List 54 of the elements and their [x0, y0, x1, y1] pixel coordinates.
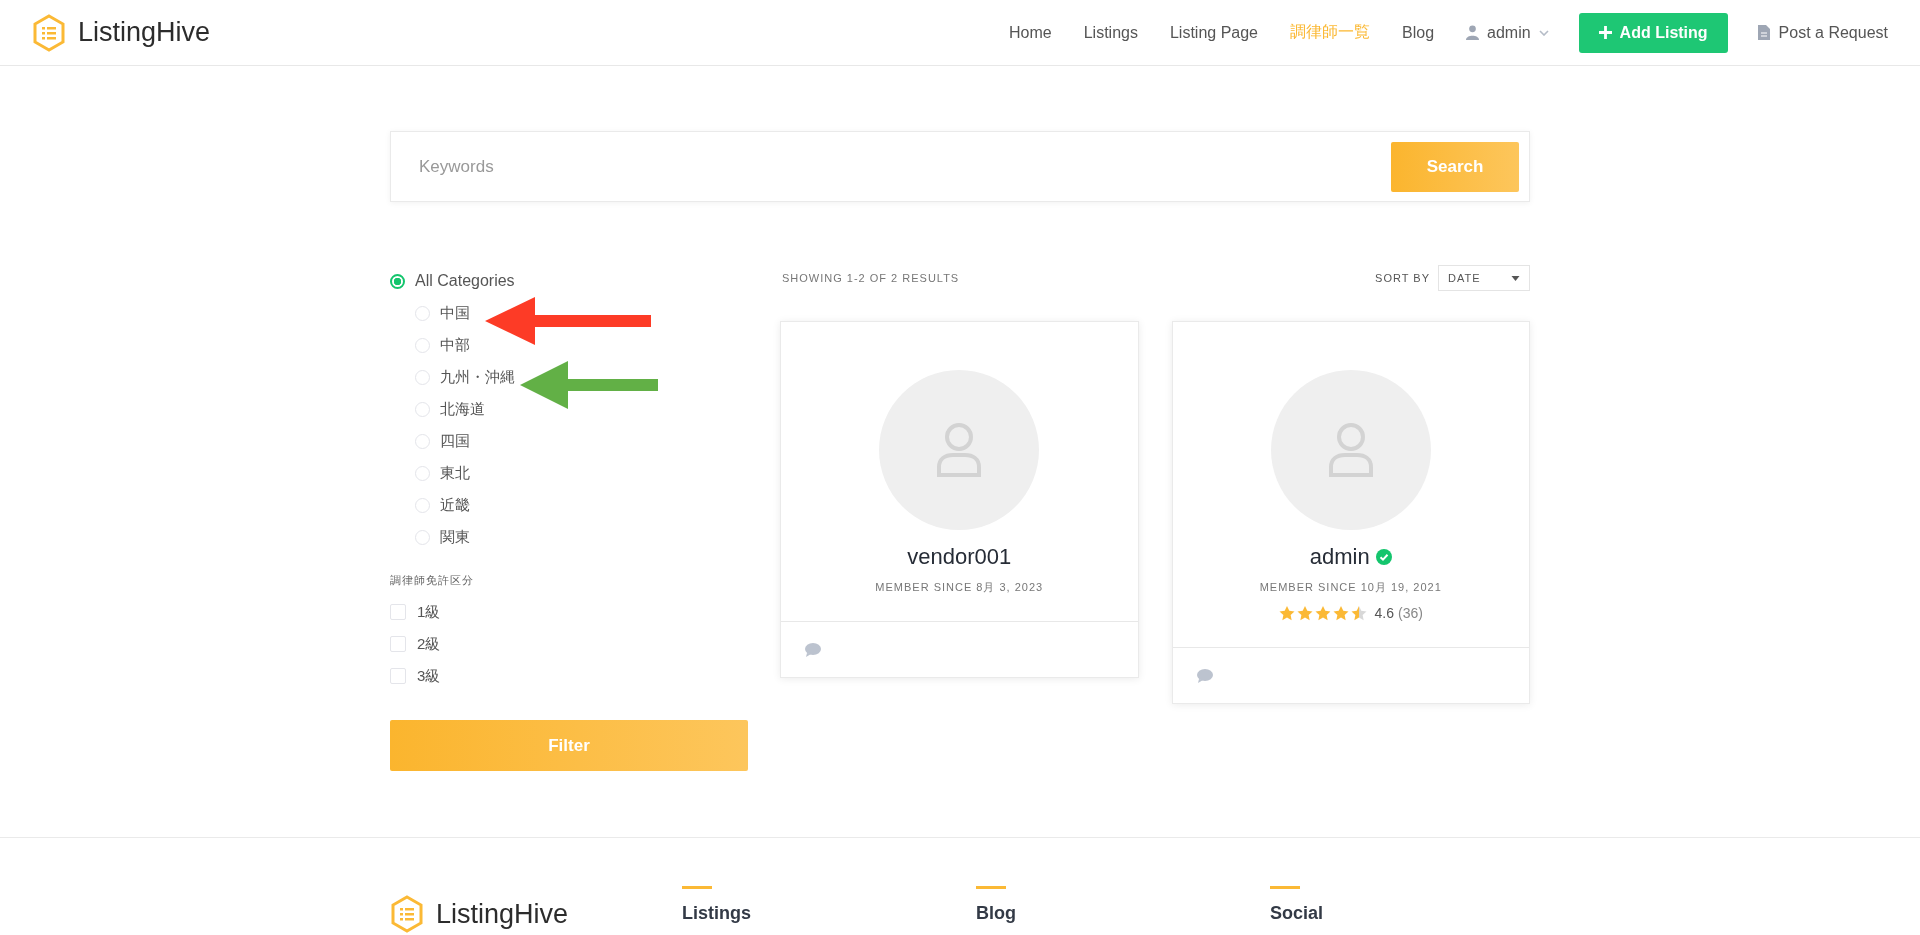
vendor-name[interactable]: vendor001 — [907, 544, 1012, 570]
caret-down-icon — [1511, 275, 1520, 281]
post-request-link[interactable]: Post a Request — [1757, 23, 1888, 42]
category-label: 北海道 — [440, 399, 485, 419]
results-count: SHOWING 1-2 OF 2 RESULTS — [782, 272, 961, 284]
vendor-name[interactable]: admin — [1309, 544, 1370, 570]
vendor-card[interactable]: admin MEMBER SINCE 10月 19, 2021 4.6 (36) — [1171, 321, 1530, 704]
checkbox[interactable] — [390, 604, 406, 620]
review-count: (36) — [1398, 605, 1423, 621]
plus-icon — [1598, 26, 1612, 39]
category-label: All Categories — [415, 272, 515, 290]
hexagon-logo-icon — [390, 895, 424, 933]
nav-link[interactable]: Listings — [1083, 23, 1138, 42]
user-icon — [1466, 25, 1480, 40]
star-icon — [1350, 605, 1367, 621]
category-label: 中国 — [440, 303, 470, 323]
radio-button[interactable] — [390, 273, 405, 289]
sort-label: SORT BY — [1375, 272, 1430, 284]
category-label: 四国 — [440, 431, 470, 451]
category-label: 中部 — [440, 335, 470, 355]
message-icon[interactable] — [805, 642, 821, 657]
rating-value: 4.6 — [1374, 605, 1395, 621]
category-label: 東北 — [440, 463, 470, 483]
footer-logo[interactable]: ListingHive — [436, 898, 569, 930]
site-logo[interactable]: ListingHive — [78, 17, 211, 48]
sort-dropdown[interactable]: DATE — [1438, 265, 1530, 291]
category-label: 関東 — [440, 527, 470, 547]
document-icon — [1757, 25, 1770, 40]
checkbox[interactable] — [390, 668, 406, 684]
license-label: 2級 — [417, 634, 441, 654]
footer-column-title: Blog — [976, 903, 1017, 924]
license-label: 1級 — [417, 602, 441, 622]
annotation-arrow-icon — [520, 360, 660, 410]
chevron-down-icon — [1538, 29, 1549, 36]
category-label: 九州・沖縄 — [440, 367, 515, 387]
star-icon — [1332, 605, 1349, 621]
star-icon — [1278, 605, 1295, 621]
hexagon-logo-icon — [32, 13, 66, 52]
star-icon — [1296, 605, 1313, 621]
checkbox[interactable] — [390, 636, 406, 652]
footer-column-title: Social — [1270, 903, 1325, 924]
star-icon — [1314, 605, 1331, 621]
nav-link[interactable]: Listing Page — [1169, 23, 1258, 42]
message-icon[interactable] — [1196, 668, 1213, 683]
vendor-card[interactable]: vendor001 MEMBER SINCE 8月 3, 2023 — [780, 321, 1139, 678]
license-label: 3級 — [417, 666, 441, 686]
nav-link[interactable]: Blog — [1402, 23, 1435, 42]
member-since: MEMBER SINCE 8月 3, 2023 — [875, 580, 1044, 595]
member-since: MEMBER SINCE 10月 19, 2021 — [1259, 580, 1442, 595]
nav-link[interactable]: Home — [1009, 23, 1052, 42]
footer-column-title: Listings — [682, 903, 752, 924]
user-menu[interactable]: admin — [1466, 23, 1549, 42]
section-label: 調律師免許区分 — [390, 573, 475, 588]
category-label: 近畿 — [440, 495, 470, 515]
